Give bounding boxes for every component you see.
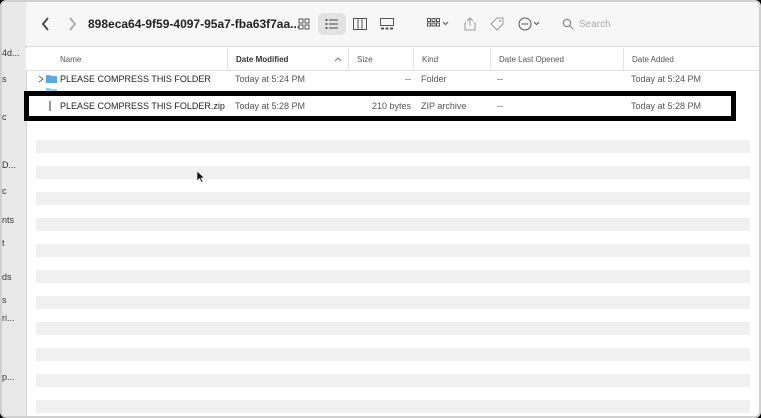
search-placeholder: Search bbox=[579, 18, 611, 30]
chevron-left-icon bbox=[41, 17, 49, 31]
annotation-highlight-box bbox=[24, 91, 736, 121]
list-view-button[interactable] bbox=[318, 13, 346, 35]
sidebar-item[interactable]: t bbox=[2, 238, 5, 248]
sidebar-item[interactable]: s bbox=[2, 74, 7, 84]
column-headers: Name Date Modified Size Kind Date Last O… bbox=[26, 48, 759, 71]
empty-row bbox=[36, 218, 750, 231]
column-header-date-last-opened[interactable]: Date Last Opened bbox=[490, 48, 623, 70]
empty-row bbox=[36, 296, 750, 309]
mouse-cursor-icon bbox=[197, 171, 205, 183]
folder-icon bbox=[46, 72, 58, 85]
search-icon bbox=[562, 18, 574, 30]
empty-row bbox=[36, 322, 750, 335]
action-button[interactable] bbox=[516, 2, 544, 46]
forward-button[interactable] bbox=[62, 2, 82, 46]
gallery-view-button[interactable] bbox=[376, 2, 398, 46]
file-size: -- bbox=[405, 73, 411, 84]
group-grid-icon bbox=[427, 18, 449, 27]
file-date-modified: Today at 5:24 PM bbox=[235, 73, 306, 84]
chevron-right-icon bbox=[38, 75, 44, 82]
list-icon bbox=[325, 19, 338, 29]
column-header-label: Date Modified bbox=[236, 54, 289, 64]
ellipsis-circle-icon bbox=[518, 17, 540, 31]
file-date-last-opened: -- bbox=[497, 73, 503, 84]
sidebar-item[interactable]: c bbox=[2, 112, 7, 122]
sidebar-item[interactable]: s bbox=[2, 295, 7, 305]
empty-row bbox=[36, 244, 750, 257]
column-header-size[interactable]: Size bbox=[348, 48, 413, 70]
column-header-date-added[interactable]: Date Added bbox=[623, 48, 754, 70]
file-name: PLEASE COMPRESS THIS FOLDER bbox=[60, 73, 211, 84]
empty-row bbox=[36, 374, 750, 387]
table-row[interactable]: PLEASE COMPRESS THIS FOLDER Today at 5:2… bbox=[26, 72, 759, 85]
sidebar-item[interactable]: c bbox=[2, 186, 7, 196]
sidebar-item[interactable]: p... bbox=[2, 372, 15, 382]
sidebar-item[interactable]: D... bbox=[2, 160, 16, 170]
column-view-button[interactable] bbox=[349, 2, 371, 46]
chevron-right-icon bbox=[69, 17, 77, 31]
tag-button[interactable] bbox=[486, 2, 508, 46]
sidebar-item[interactable]: 4d... bbox=[2, 48, 20, 58]
sidebar-item[interactable]: nts bbox=[2, 215, 14, 225]
icon-view-button[interactable] bbox=[294, 2, 314, 46]
gallery-icon bbox=[380, 18, 394, 30]
empty-row bbox=[36, 140, 750, 153]
empty-row bbox=[36, 166, 750, 179]
empty-row bbox=[36, 348, 750, 361]
file-kind: Folder bbox=[421, 73, 447, 84]
column-header-kind[interactable]: Kind bbox=[413, 48, 490, 70]
back-button[interactable] bbox=[36, 2, 56, 46]
sidebar-item[interactable]: ds bbox=[2, 272, 12, 282]
column-header-date-modified[interactable]: Date Modified bbox=[227, 48, 348, 70]
sort-chevron-up-icon bbox=[334, 57, 342, 62]
columns-icon bbox=[353, 18, 367, 30]
toolbar: 898eca64-9f59-4097-95a7-fba63f7aa... Sea… bbox=[26, 2, 759, 47]
tag-icon bbox=[490, 17, 504, 31]
finder-window: 4d... s c D... c nts t ds s ri... p... 8… bbox=[0, 0, 761, 418]
file-date-added: Today at 5:24 PM bbox=[631, 73, 702, 84]
search-field[interactable]: Search bbox=[562, 14, 752, 34]
share-button[interactable] bbox=[460, 2, 480, 46]
grid-icon bbox=[298, 18, 310, 30]
sidebar-item[interactable]: ri... bbox=[2, 313, 15, 323]
column-header-name[interactable]: Name bbox=[52, 48, 227, 70]
empty-row bbox=[36, 400, 750, 413]
empty-row bbox=[36, 270, 750, 283]
window-title: 898eca64-9f59-4097-95a7-fba63f7aa... bbox=[88, 17, 301, 31]
share-icon bbox=[464, 17, 476, 31]
group-button[interactable] bbox=[424, 2, 452, 46]
sidebar: 4d... s c D... c nts t ds s ri... p... bbox=[2, 2, 27, 416]
empty-row bbox=[36, 192, 750, 205]
